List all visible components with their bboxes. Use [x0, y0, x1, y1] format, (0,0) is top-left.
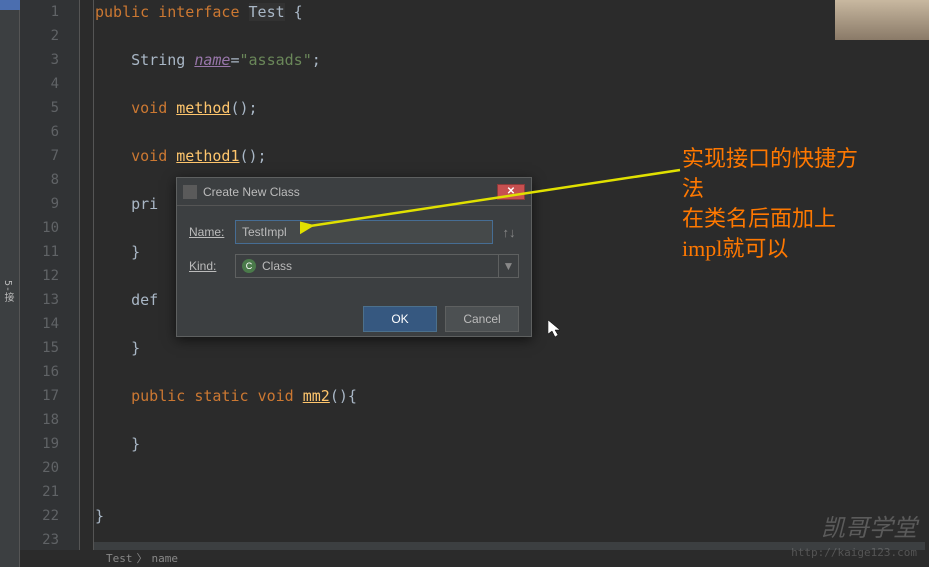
- line-num: 23: [20, 528, 79, 552]
- line-num: 7: [20, 144, 79, 168]
- line-num: 22: [20, 504, 79, 528]
- watermark-text: 凯哥学堂: [821, 508, 917, 543]
- left-strip-highlight: [0, 0, 20, 10]
- line-num: 6: [20, 120, 79, 144]
- line-num: 17: [20, 384, 79, 408]
- line-num: 3: [20, 48, 79, 72]
- line-num: 19: [20, 432, 79, 456]
- line-num: 16: [20, 360, 79, 384]
- line-num: 5: [20, 96, 79, 120]
- intellij-icon: [183, 185, 197, 199]
- line-num: 8: [20, 168, 79, 192]
- breadcrumb[interactable]: Test 〉 name: [106, 549, 178, 567]
- mouse-cursor-icon: [548, 320, 562, 342]
- line-num: 12: [20, 264, 79, 288]
- cancel-button[interactable]: Cancel: [445, 306, 519, 332]
- type: String: [131, 51, 194, 69]
- field-name: name: [194, 51, 230, 69]
- brace: {: [285, 3, 303, 21]
- line-num: 1: [20, 0, 79, 24]
- name-input[interactable]: [235, 220, 493, 244]
- kind-label: Kind:: [189, 259, 235, 273]
- line-num: 11: [20, 240, 79, 264]
- line-num: 2: [20, 24, 79, 48]
- line-num: 18: [20, 408, 79, 432]
- watermark-url: http://kaige123.com: [791, 546, 917, 559]
- fold-column: [80, 0, 94, 550]
- kw-public: public: [95, 3, 149, 21]
- webcam-overlay: [835, 0, 929, 40]
- line-num: 9: [20, 192, 79, 216]
- sort-icon[interactable]: ↑↓: [499, 225, 519, 240]
- class-icon: C: [242, 259, 256, 273]
- left-tab-label[interactable]: 5-接: [0, 280, 15, 302]
- line-num: 13: [20, 288, 79, 312]
- close-button[interactable]: ✕: [497, 184, 525, 200]
- annotation-text: 实现接口的快捷方 法 在类名后面加上 impl就可以: [682, 144, 858, 264]
- line-num: 14: [20, 312, 79, 336]
- type-name: Test: [249, 3, 285, 21]
- kind-value: Class: [262, 259, 292, 273]
- line-num: 10: [20, 216, 79, 240]
- dialog-titlebar[interactable]: Create New Class ✕: [177, 178, 531, 206]
- kw-interface: interface: [158, 3, 239, 21]
- line-num: 15: [20, 336, 79, 360]
- method-name: method1: [176, 147, 239, 165]
- chevron-down-icon: ▼: [498, 255, 518, 277]
- line-num: 4: [20, 72, 79, 96]
- dialog-title: Create New Class: [203, 185, 300, 199]
- method-name: mm2: [303, 387, 330, 405]
- line-num: 21: [20, 480, 79, 504]
- ok-button[interactable]: OK: [363, 306, 437, 332]
- line-num: 20: [20, 456, 79, 480]
- kind-select[interactable]: C Class ▼: [235, 254, 519, 278]
- line-gutter: 1 2 3 4 5 6 7 8 9 10 11 12 13 14 15 16 1…: [20, 0, 80, 550]
- string-literal: "assads": [240, 51, 312, 69]
- name-label: Name:: [189, 225, 235, 239]
- method-name: method: [176, 99, 230, 117]
- create-new-class-dialog: Create New Class ✕ Name: ↑↓ Kind: C Clas…: [176, 177, 532, 337]
